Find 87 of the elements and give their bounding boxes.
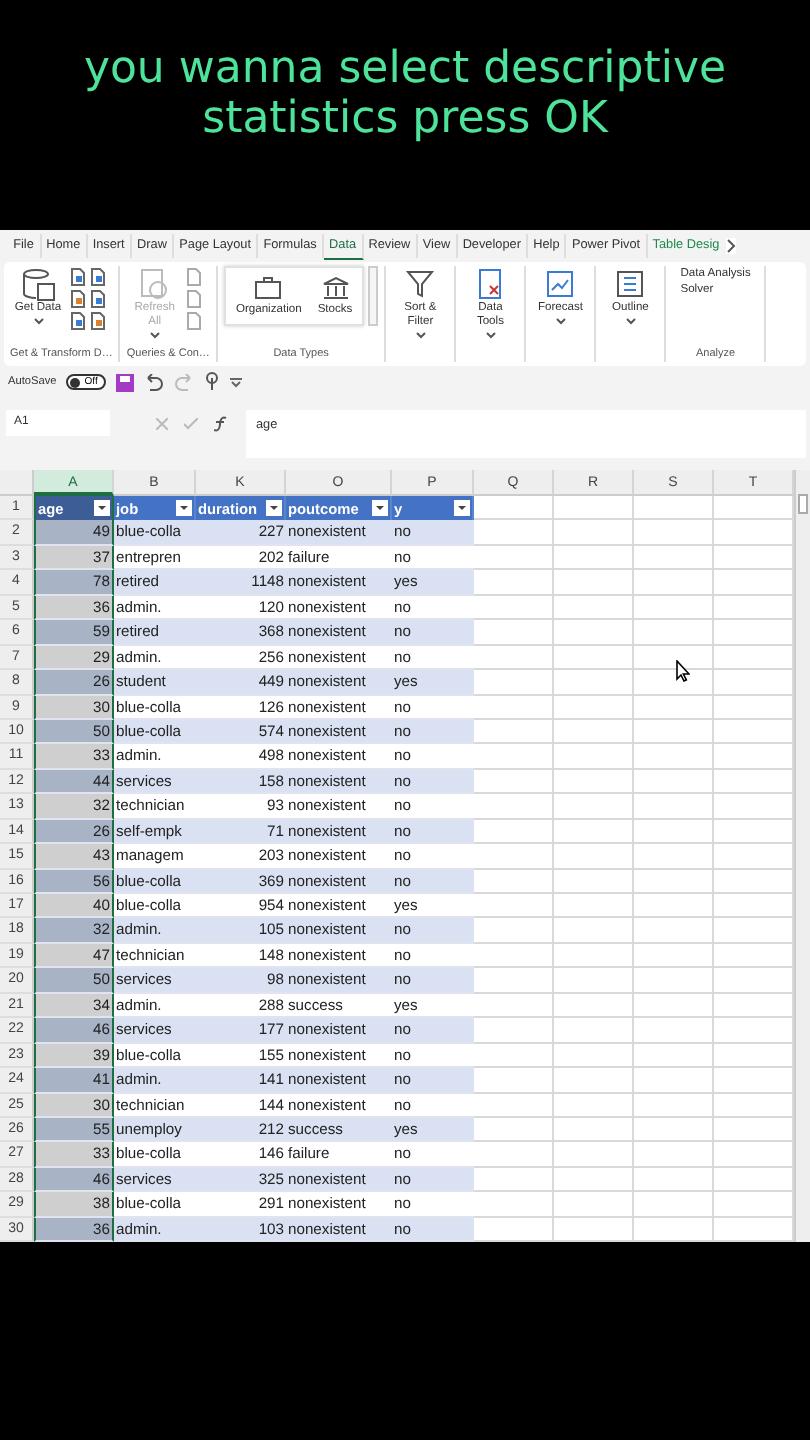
empty-cell [554, 695, 634, 720]
empty-cell [554, 943, 634, 969]
caret-icon [625, 318, 636, 326]
gallery-scrollbar[interactable] [368, 266, 379, 326]
empty-cell [634, 993, 714, 1019]
empty-cell [554, 1142, 634, 1168]
caret-icon [415, 332, 426, 340]
empty-cell [554, 570, 634, 596]
empty-cell [554, 744, 634, 770]
document-icon[interactable] [70, 290, 86, 308]
document-icon[interactable] [90, 290, 106, 308]
bank-icon [321, 276, 350, 300]
undo-icon[interactable] [143, 373, 164, 391]
caret-icon [33, 318, 43, 326]
empty-cell [554, 844, 634, 870]
empty-cell [634, 695, 714, 720]
empty-cell [554, 545, 634, 571]
empty-cell [634, 520, 714, 546]
filter-dropdown-icon[interactable] [176, 500, 192, 517]
chevron-right-icon[interactable] [726, 238, 737, 254]
filter-dropdown-icon[interactable] [372, 500, 388, 517]
caret-icon [149, 332, 160, 340]
empty-cell [634, 1167, 714, 1193]
empty-cell [634, 794, 714, 820]
empty-cell [554, 1117, 634, 1143]
empty-cell [554, 1093, 634, 1118]
empty-cell [634, 570, 714, 596]
empty-cell [634, 918, 714, 944]
empty-cell [554, 645, 634, 671]
empty-cell [554, 670, 634, 695]
empty-cell [634, 769, 714, 795]
mouse-pointer-icon [676, 660, 690, 682]
empty-cell [554, 520, 634, 546]
empty-cell [554, 894, 634, 919]
save-icon[interactable] [115, 373, 134, 391]
empty-cell [554, 595, 634, 621]
empty-cell [554, 1043, 634, 1069]
caret-icon [555, 318, 566, 326]
empty-cell [634, 1217, 714, 1243]
document-icon[interactable] [70, 312, 86, 330]
empty-cell [634, 719, 714, 745]
empty-cell [634, 620, 714, 646]
empty-cell [634, 1117, 714, 1143]
empty-cell [634, 968, 714, 994]
empty-cell [634, 819, 714, 845]
empty-cell [554, 496, 634, 521]
filter-dropdown-icon[interactable] [94, 500, 110, 517]
empty-cell [634, 943, 714, 969]
check-icon[interactable] [184, 417, 198, 429]
empty-cell [634, 545, 714, 571]
caret-icon [485, 332, 496, 340]
empty-cell [554, 993, 634, 1019]
empty-cell [634, 496, 714, 521]
empty-cell [634, 894, 714, 919]
empty-cell [554, 819, 634, 845]
empty-cell [634, 1192, 714, 1218]
empty-cell [634, 869, 714, 894]
vertical-scrollbar[interactable] [794, 470, 810, 1243]
empty-cell [634, 1093, 714, 1118]
document-icon[interactable] [90, 312, 106, 330]
empty-cell [634, 1043, 714, 1069]
empty-cell [554, 968, 634, 994]
customize-caret-icon[interactable] [229, 377, 242, 387]
video-caption: you wanna select descriptive statistics press OK [83, 44, 727, 144]
empty-cell [554, 1018, 634, 1044]
document-icon[interactable] [70, 268, 86, 286]
empty-cell [634, 1142, 714, 1168]
empty-cell [554, 869, 634, 894]
empty-cell [634, 844, 714, 870]
empty-cell [554, 1217, 634, 1243]
empty-cell [554, 719, 634, 745]
filter-dropdown-icon[interactable] [454, 500, 470, 517]
empty-cell [554, 794, 634, 820]
empty-cell [634, 595, 714, 621]
briefcase-icon [254, 276, 283, 300]
empty-cell [634, 1068, 714, 1093]
empty-cell [634, 744, 714, 770]
empty-cell [554, 1192, 634, 1218]
document-icon[interactable] [90, 268, 106, 286]
filter-dropdown-icon[interactable] [266, 500, 282, 517]
empty-cell [554, 918, 634, 944]
empty-cell [554, 769, 634, 795]
empty-cell [554, 1068, 634, 1093]
empty-cell [554, 620, 634, 646]
function-icon[interactable] [214, 415, 230, 431]
empty-cell [554, 1167, 634, 1193]
empty-cell [634, 1018, 714, 1044]
